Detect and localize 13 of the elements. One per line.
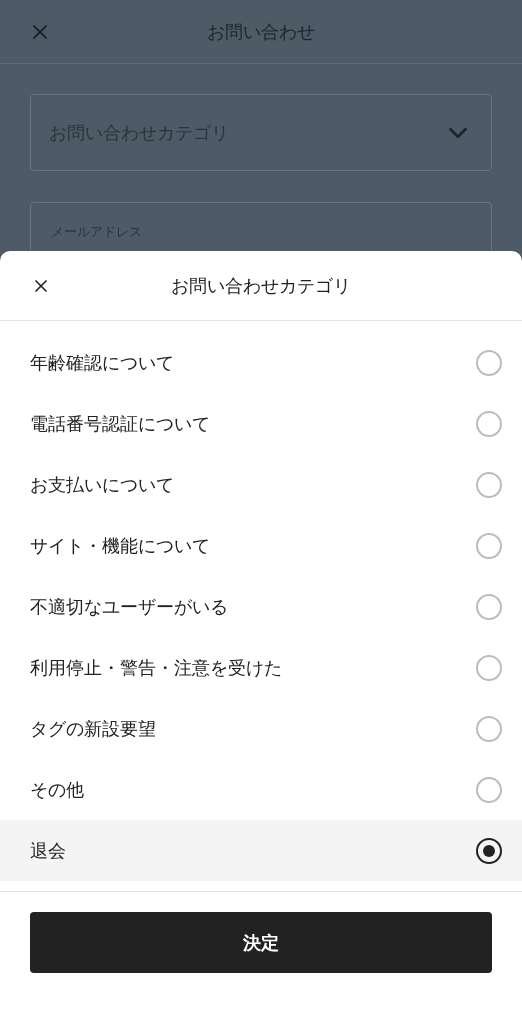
radio-button[interactable]: [476, 471, 502, 498]
radio-button[interactable]: [476, 410, 502, 437]
radio-button[interactable]: [476, 349, 502, 376]
radio-button[interactable]: [476, 837, 502, 864]
radio-button[interactable]: [476, 532, 502, 559]
category-option[interactable]: 退会: [0, 820, 522, 881]
sheet-title: お問い合わせカテゴリ: [171, 274, 351, 298]
confirm-button[interactable]: 決定: [30, 912, 492, 973]
page-title: お問い合わせ: [207, 20, 315, 44]
radio-button[interactable]: [476, 776, 502, 803]
radio-button[interactable]: [476, 654, 502, 681]
radio-button[interactable]: [476, 715, 502, 742]
radio-button[interactable]: [476, 593, 502, 620]
